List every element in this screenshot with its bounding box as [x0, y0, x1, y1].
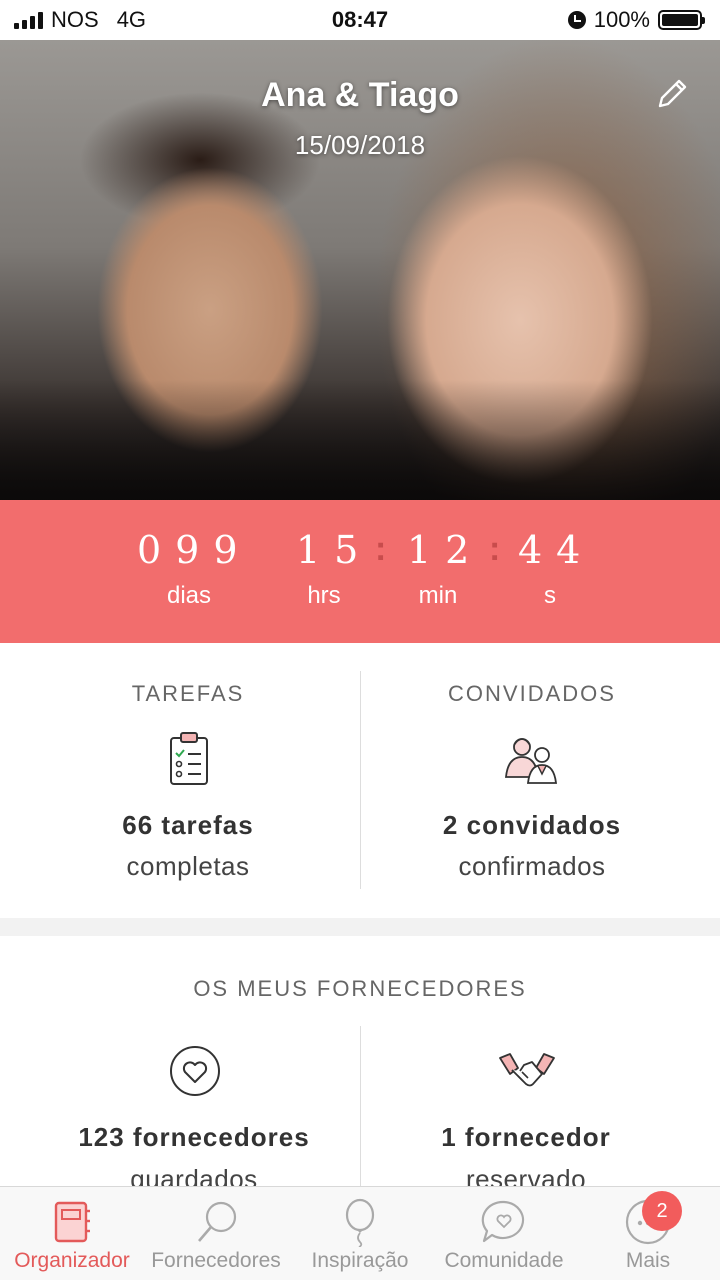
guests-count: 2 convidados: [442, 810, 622, 840]
wedding-countdown: 099 15 : 12 : 44 dias hrs min s: [0, 500, 720, 643]
minutes-label: min: [418, 582, 458, 609]
tasks-header: TAREFAS: [131, 681, 245, 706]
search-icon: [191, 1197, 241, 1247]
clipboard-icon: [166, 731, 212, 787]
countdown-days: 099: [137, 528, 252, 572]
edit-pencil-icon[interactable]: [652, 74, 692, 114]
tab-label: Fornecedores: [151, 1249, 281, 1272]
tab-comunidade[interactable]: Comunidade: [432, 1187, 576, 1280]
tab-mais[interactable]: 2 Mais: [576, 1187, 720, 1280]
tasks-status: completas: [126, 851, 250, 881]
clock: 08:47: [331, 7, 389, 32]
status-left: NOS 4G: [14, 7, 146, 33]
bottom-tab-bar: Organizador Fornecedores Inspiração Comu…: [0, 1186, 720, 1280]
suppliers-card: OS MEUS FORNECEDORES 123 fornecedores gu…: [0, 936, 720, 1186]
battery-percent: 100%: [593, 7, 650, 32]
tasks-count: 66 tarefas: [122, 810, 254, 840]
countdown-separator: :: [375, 530, 387, 568]
saved-suppliers-panel[interactable]: 123 fornecedores guardados: [14, 936, 374, 1186]
handshake-icon: [498, 1048, 556, 1092]
countdown-minutes: 12: [407, 528, 484, 572]
tab-fornecedores[interactable]: Fornecedores: [144, 1187, 288, 1280]
saved-suppliers-count: 123 fornecedores: [78, 1122, 310, 1152]
tab-inspiracao[interactable]: Inspiração: [288, 1187, 432, 1280]
guests-icon: [502, 733, 560, 785]
heart-icon: [168, 1044, 222, 1098]
notification-badge: 2: [642, 1191, 682, 1231]
network-type: 4G: [116, 7, 147, 32]
booked-suppliers-status: reservado: [465, 1164, 587, 1186]
planner-icon: [47, 1197, 97, 1247]
countdown-seconds: 44: [518, 528, 595, 572]
seconds-label: s: [544, 582, 556, 609]
carrier-name: NOS: [51, 7, 99, 32]
tab-label: Inspiração: [311, 1249, 409, 1272]
tab-organizador[interactable]: Organizador: [0, 1187, 144, 1280]
wedding-date: 15/09/2018: [294, 130, 426, 160]
tab-label: Comunidade: [444, 1249, 564, 1272]
days-label: dias: [166, 582, 212, 609]
countdown-hours: 15: [296, 528, 373, 572]
couple-photo: Ana & Tiago 15/09/2018: [0, 40, 720, 500]
guests-header: CONVIDADOS: [448, 681, 616, 706]
summary-card: TAREFAS 66 tarefas completas CONVIDADOS: [0, 643, 720, 918]
balloon-icon: [335, 1197, 385, 1248]
status-bar: NOS 4G 08:47 100%: [0, 0, 720, 40]
tasks-panel[interactable]: TAREFAS 66 tarefas completas: [8, 643, 368, 918]
couple-names: Ana & Tiago: [261, 76, 459, 114]
chat-heart-icon: [479, 1197, 529, 1247]
battery-icon: [658, 10, 705, 30]
guests-status: confirmados: [458, 851, 606, 881]
status-right: 100%: [567, 7, 705, 33]
countdown-separator: :: [489, 530, 501, 568]
booked-suppliers-count: 1 fornecedor: [441, 1122, 611, 1152]
tab-label: Mais: [625, 1249, 671, 1272]
guests-panel[interactable]: CONVIDADOS 2 convidados confirmados: [352, 643, 712, 918]
booked-suppliers-panel[interactable]: 1 fornecedor reservado: [346, 936, 706, 1186]
hours-label: hrs: [307, 582, 341, 609]
saved-suppliers-status: guardados: [130, 1164, 258, 1186]
alarm-icon: [567, 11, 586, 29]
tab-label: Organizador: [14, 1249, 130, 1272]
signal-icon: [14, 11, 43, 29]
